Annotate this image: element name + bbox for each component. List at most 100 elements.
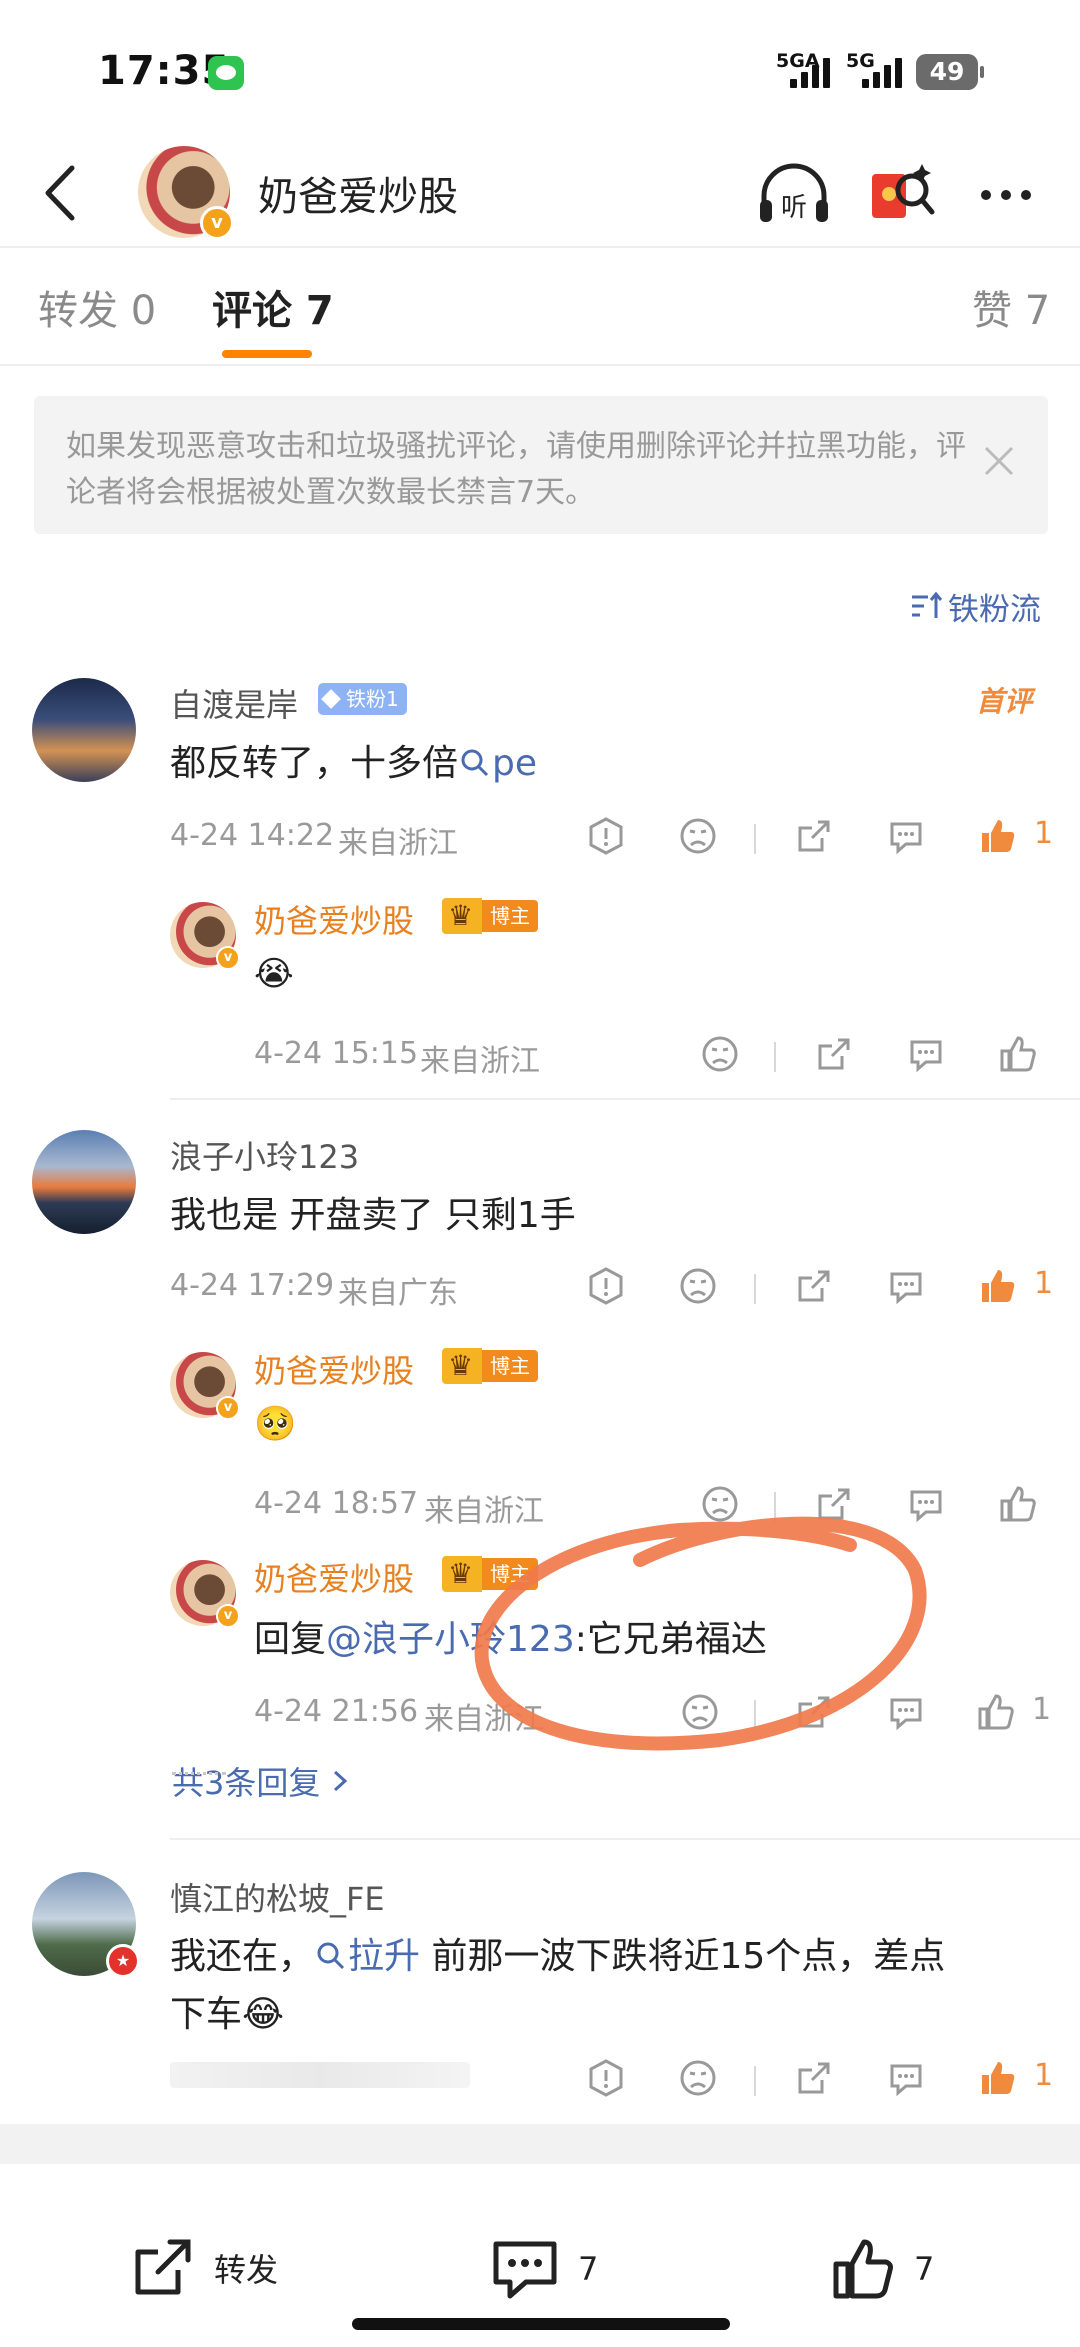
host-badge: 博主 [442,1556,538,1592]
like-icon[interactable] [978,1266,1018,1306]
comment-text: 都反转了，十多倍 pe [170,743,538,784]
share-icon[interactable] [794,1266,834,1306]
dislike-icon[interactable] [700,1484,740,1524]
chevron-right-icon [334,1770,348,1792]
like-icon[interactable] [998,1484,1038,1524]
share-icon[interactable] [814,1484,854,1524]
report-icon[interactable] [586,1266,626,1306]
dislike-icon[interactable] [700,1034,740,1074]
replier-avatar[interactable]: v [170,902,240,970]
repost-label: 转发 [214,2251,279,2289]
red-packet-icon[interactable] [866,158,938,230]
like-count: 1 [1034,2058,1054,2093]
share-icon[interactable] [794,816,834,856]
report-icon[interactable] [586,2058,626,2098]
listen-icon[interactable]: 听 [756,160,832,230]
like-count: 7 [914,2250,935,2288]
commenter-avatar[interactable] [32,1130,136,1234]
commenter-avatar[interactable]: ★ [32,1872,140,1978]
divider [170,1838,1080,1840]
replier-name[interactable]: 奶爸爱炒股 [254,896,414,942]
author-avatar[interactable]: v [138,146,234,240]
search-link[interactable]: pe [458,743,537,784]
tab-likes[interactable]: 赞 7 [972,278,1050,336]
verified-icon: v [200,206,234,240]
reply-time: 4-24 18:57 [254,1486,419,1521]
comment-icon[interactable] [886,816,926,856]
like-icon[interactable] [998,1034,1038,1074]
commenter-name[interactable]: 自渡是岸 [170,680,298,726]
more-icon[interactable] [976,170,1036,220]
replier-name[interactable]: 奶爸爱炒股 [254,1346,414,1392]
view-all-replies-link[interactable]: 共3条回复 [172,1758,350,1804]
comment-location: 来自浙江 [338,826,458,861]
like-icon[interactable] [978,2058,1018,2098]
like-count: 1 [1034,1266,1054,1301]
host-badge: 博主 [442,898,538,934]
notice-text: 如果发现恶意攻击和垃圾骚扰评论，请使用删除评论并拉黑功能，评论者将会根据被处置次… [66,429,966,510]
comment-actions: 1 [586,2058,1056,2106]
crown-icon [442,1556,482,1592]
close-icon[interactable] [982,444,1016,478]
dislike-icon[interactable] [678,1266,718,1306]
verified-icon: v [216,1396,240,1420]
tab-comments[interactable]: 评论 7 [212,278,334,336]
crown-icon [442,1348,482,1384]
divider [170,1098,1080,1100]
replies-connector [172,1772,226,1775]
search-icon [317,1942,345,1970]
verified-icon: v [216,946,240,970]
back-icon[interactable] [36,160,96,226]
dislike-icon[interactable] [678,816,718,856]
share-icon[interactable] [814,1034,854,1074]
signal-icon [790,56,834,88]
comment-icon[interactable] [886,2058,926,2098]
like-icon[interactable] [976,1692,1016,1732]
commenter-name[interactable]: 慎江的松坡_FE [170,1874,385,1920]
dislike-icon[interactable] [678,2058,718,2098]
share-icon[interactable] [794,2058,834,2098]
post-header: v 奶爸爱炒股 听 [0,140,1080,248]
comment-button[interactable]: 7 [490,2236,598,2302]
commenter-avatar[interactable] [32,678,136,782]
reply-location: 来自浙江 [420,1044,540,1079]
author-name[interactable]: 奶爸爱炒股 [258,164,458,222]
like-count: 1 [1032,1692,1052,1727]
replier-avatar[interactable]: v [170,1560,240,1628]
commenter-name[interactable]: 浪子小玲123 [170,1132,359,1178]
section-spacer [0,2124,1080,2164]
comment-actions: 1 [586,816,1056,864]
user-mention[interactable]: @浪子小玲123 [326,1619,575,1660]
comment-icon[interactable] [906,1034,946,1074]
tab-reposts[interactable]: 转发 0 [38,278,156,336]
comment-text: 我还在， 拉升 前那一波下跌将近15个点，差点 下车😂 [170,1936,946,2035]
replier-name[interactable]: 奶爸爱炒股 [254,1554,414,1600]
first-comment-tag: 首评 [976,685,1033,718]
share-icon[interactable] [794,1692,834,1732]
comment-icon[interactable] [906,1484,946,1524]
like-icon[interactable] [978,816,1018,856]
reply-time: 4-24 21:56 [254,1694,419,1729]
reply-location: 来自浙江 [424,1702,544,1737]
reply-actions [700,1484,1050,1532]
replier-avatar[interactable]: v [170,1352,240,1420]
comment-icon [493,2241,557,2299]
report-icon[interactable] [586,816,626,856]
sort-button[interactable]: 铁粉流 [910,584,1041,628]
comment-icon[interactable] [886,1266,926,1306]
battery-indicator: 49 [916,54,984,90]
reply-location: 来自浙江 [424,1494,544,1529]
comment-icon[interactable] [886,1692,926,1732]
obscured-meta [170,2062,470,2088]
home-indicator[interactable] [352,2318,730,2330]
dislike-icon[interactable] [680,1692,720,1732]
divider [0,246,1080,248]
comment-location: 来自广东 [338,1276,458,1311]
search-link[interactable]: 拉升 [314,1936,420,1977]
comment-time: 4-24 17:29 [170,1268,335,1303]
comment-text: 我也是 开盘卖了 只剩1手 [170,1195,576,1236]
comment-count: 7 [578,2250,599,2288]
like-button[interactable]: 7 [830,2236,934,2302]
repost-button[interactable]: 转发 [130,2236,278,2300]
share-icon [135,2239,191,2295]
